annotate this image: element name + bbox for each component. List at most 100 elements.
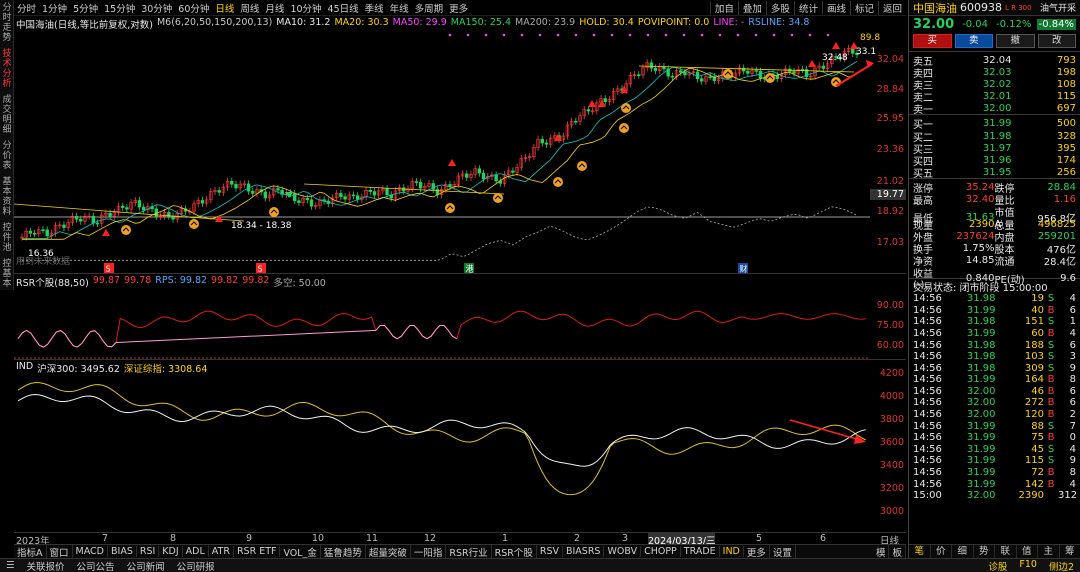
panel-tab-7[interactable]: 筹 <box>1060 545 1080 558</box>
timeframe-tab-14[interactable]: 更多 <box>446 1 471 15</box>
bid-row[interactable]: 买五 31.95 256 <box>909 165 1080 180</box>
candle <box>293 190 297 205</box>
indicator-tab-22[interactable]: 设置 <box>770 544 796 559</box>
timeframe-tab-5[interactable]: 60分钟 <box>175 1 212 15</box>
status-link-3[interactable]: 公司研报 <box>171 559 221 572</box>
status-right-1[interactable]: F10 <box>1013 559 1043 572</box>
status-right-2[interactable]: 侧边2 <box>1043 559 1080 572</box>
price-chart-pane[interactable]: 中国海油(日线,等比前复权,对数) M6(6,20,50,150,200,13)… <box>14 16 906 274</box>
timeframe-tab-11[interactable]: 季线 <box>362 1 387 15</box>
left-tab-2[interactable]: 成交明细 <box>0 92 14 138</box>
timeframe-tab-6[interactable]: 日线 <box>212 1 237 15</box>
bid-row[interactable]: 买四 31.96 174 <box>909 153 1080 168</box>
status-right-0[interactable]: 诊股 <box>982 559 1013 572</box>
timeframe-tab-3[interactable]: 15分钟 <box>101 1 138 15</box>
left-tab-0[interactable]: 分时走势 <box>0 0 14 46</box>
tool-button-2[interactable]: 多股 <box>765 0 794 15</box>
indicator-tab-17[interactable]: WOBV <box>604 546 642 557</box>
panel-tab-4[interactable]: 联 <box>995 545 1017 558</box>
timeframe-tab-13[interactable]: 多周期 <box>412 1 447 15</box>
indicator-tab-2[interactable]: MACD <box>73 546 108 557</box>
indicator-tab-8[interactable]: RSR ETF <box>234 546 281 557</box>
timeframe-tab-7[interactable]: 周线 <box>237 1 262 15</box>
panel-tab-0[interactable]: 笔 <box>909 545 931 558</box>
indicator-tab-3[interactable]: BIAS <box>108 546 137 557</box>
timeframe-tab-4[interactable]: 30分钟 <box>138 1 175 15</box>
indicator-tab-18[interactable]: CHOPP <box>641 546 681 557</box>
indicator-tab-12[interactable]: 一阳指 <box>411 544 447 559</box>
indicator-tab-15[interactable]: RSV <box>537 546 563 557</box>
indicator-tab-4[interactable]: RSI <box>137 546 160 557</box>
tick-cell: 31.99 <box>966 327 996 339</box>
tick-cell: B <box>1047 327 1055 339</box>
ask-row[interactable]: 卖四 32.03 198 <box>909 65 1080 80</box>
bid-row[interactable]: 买二 31.98 328 <box>909 129 1080 144</box>
indicator-tab-9[interactable]: VOL_金 <box>280 544 321 559</box>
tool-button-5[interactable]: 标记 <box>849 0 878 15</box>
sector-name[interactable]: 油气开采 <box>1040 1 1076 14</box>
timeframe-tab-12[interactable]: 年线 <box>387 1 412 15</box>
price-axis-label: 21.02 <box>876 176 904 187</box>
tool-button-4[interactable]: 画线 <box>821 0 850 15</box>
timeframe-tab-8[interactable]: 月线 <box>262 1 287 15</box>
cancel-order-button[interactable]: 撤 <box>996 34 1035 48</box>
indicator-tab-19[interactable]: TRADE <box>681 546 720 557</box>
panel-tab-6[interactable]: 主 <box>1038 545 1060 558</box>
candle <box>586 106 591 115</box>
indicator-tab-11[interactable]: 超量突破 <box>366 544 411 559</box>
left-tab-4[interactable]: 基本资料 <box>0 174 14 220</box>
panel-tab-5[interactable]: 值 <box>1017 545 1038 558</box>
template-tab-1[interactable]: 板 <box>889 544 906 559</box>
panel-tab-3[interactable]: 势 <box>974 545 995 558</box>
sell-button[interactable]: 卖 <box>954 34 993 48</box>
status-link-1[interactable]: 公司公告 <box>71 559 121 572</box>
ask-row[interactable]: 卖一 32.00 697 <box>909 101 1080 116</box>
rsr-indicator-pane[interactable]: RSR个股(88,50) 99.87 99.78 RPS: 99.82 99.8… <box>14 274 906 360</box>
indicator-tab-10[interactable]: 猛鲁趋势 <box>321 544 366 559</box>
indicator-tab-1[interactable]: 窗口 <box>47 544 73 559</box>
left-tab-1[interactable]: 技术分析 <box>0 46 14 92</box>
timeframe-tab-1[interactable]: 1分钟 <box>39 1 70 15</box>
left-tab-3[interactable]: 分价表 <box>0 138 14 174</box>
indicator-tab-0[interactable]: 指标A <box>14 544 47 559</box>
buy-button[interactable]: 买 <box>913 34 952 48</box>
indicator-tab-16[interactable]: BIASRS <box>563 546 605 557</box>
modify-order-button[interactable]: 改 <box>1037 34 1076 48</box>
tool-button-3[interactable]: 统计 <box>793 0 822 15</box>
status-link-0[interactable]: 关联报价 <box>21 559 71 572</box>
timeframe-tab-9[interactable]: 10分钟 <box>287 1 324 15</box>
tick-cell: 142 <box>1024 478 1044 490</box>
tick-cell: 31.99 <box>966 455 996 467</box>
panel-tab-1[interactable]: 价 <box>931 545 952 558</box>
tool-button-6[interactable]: 返回 <box>877 0 906 15</box>
panel-tab-2[interactable]: 细 <box>952 545 974 558</box>
indicator-tab-14[interactable]: RSR个股 <box>492 544 537 559</box>
template-tab-0[interactable]: 模 <box>873 544 890 559</box>
pivot-dot <box>448 33 452 37</box>
bid-row[interactable]: 买三 31.97 395 <box>909 141 1080 156</box>
left-tab-5[interactable]: 控件池 <box>0 220 14 256</box>
indicator-tab-21[interactable]: 更多 <box>744 544 770 559</box>
tool-button-1[interactable]: 叠加 <box>737 0 766 15</box>
indicator-tab-7[interactable]: ATR <box>209 546 234 557</box>
tick-list[interactable]: 14:56 31.98 19 S 4 14:56 31.99 40 B 6 14:56 31.98 15… <box>909 293 1080 502</box>
list-icon[interactable]: ☰ <box>0 560 21 571</box>
ask-row[interactable]: 卖二 32.01 115 <box>909 89 1080 104</box>
indicator-tab-5[interactable]: KDJ <box>159 546 183 557</box>
timeframe-tab-2[interactable]: 5分钟 <box>70 1 101 15</box>
candle <box>540 135 544 147</box>
status-link-2[interactable]: 公司新闻 <box>121 559 171 572</box>
ind-indicator-pane[interactable]: IND 沪深300: 3495.62 深证综指: 3308.64 4200 400… <box>14 360 906 532</box>
left-tab-6[interactable]: 控基本 <box>0 256 14 292</box>
indicator-tab-13[interactable]: RSR行业 <box>446 544 492 559</box>
ask-row[interactable]: 卖三 32.02 108 <box>909 77 1080 92</box>
bid-row[interactable]: 买一 31.99 500 <box>909 116 1080 131</box>
ask-row[interactable]: 卖五 32.04 793 <box>909 53 1080 68</box>
stat-cell: 28.84 <box>1047 181 1076 193</box>
candle <box>431 179 435 194</box>
indicator-tab-6[interactable]: ADL <box>183 546 209 557</box>
tool-button-0[interactable]: 加自 <box>709 0 738 15</box>
timeframe-tab-0[interactable]: 分时 <box>14 1 39 15</box>
timeframe-tab-10[interactable]: 45日线 <box>325 1 362 15</box>
indicator-tab-20[interactable]: IND <box>720 546 744 557</box>
